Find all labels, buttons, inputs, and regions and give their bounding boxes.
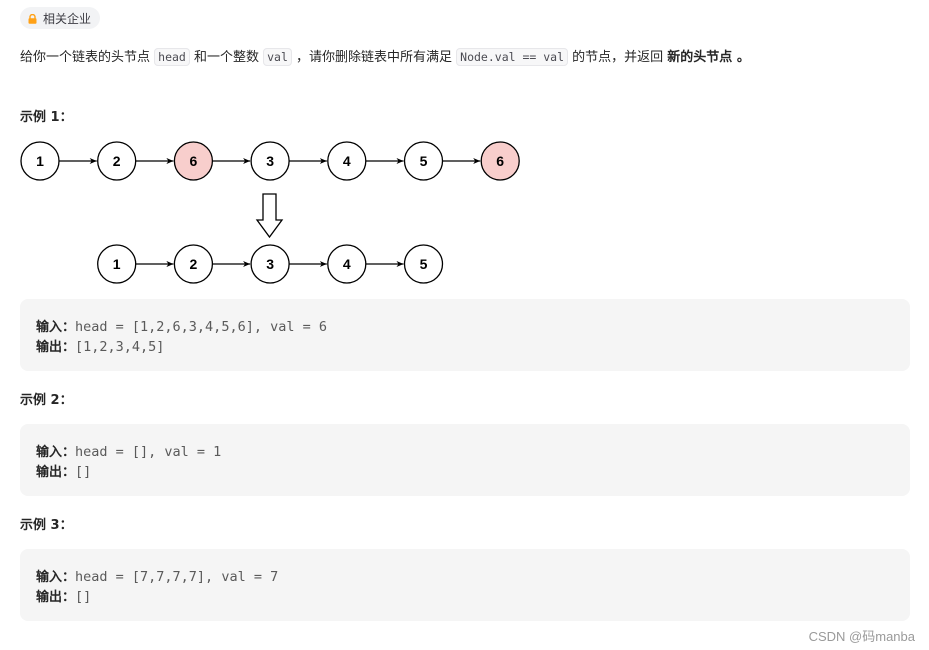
input-label: 输入： (36, 445, 76, 460)
input-value: head = [], val = 1 (75, 444, 222, 460)
output-label: 输出： (36, 590, 76, 605)
example-2-input: 输入：head = [], val = 1 (36, 441, 221, 460)
after-node-value: 1 (113, 256, 121, 272)
example-3-output: 输出：[] (36, 586, 91, 605)
desc-text: 。 (732, 50, 750, 65)
before-list: 1 2 6 3 4 5 6 (20, 141, 520, 181)
input-value: head = [7,7,7,7], val = 7 (75, 569, 279, 585)
related-companies-tag[interactable]: 相关企业 (20, 7, 101, 29)
example-2-output: 输出：[] (36, 461, 91, 480)
after-node-value: 5 (420, 256, 428, 272)
before-node-value: 4 (343, 153, 351, 169)
example-2-box: 输入：head = [], val = 1 输出：[] (20, 424, 910, 496)
desc-text: 的节点，并返回 (568, 50, 668, 65)
example-3-box: 输入：head = [7,7,7,7], val = 7 输出：[] (20, 549, 910, 621)
desc-bold: 新的头节点 (667, 50, 733, 65)
problem-description: 给你一个链表的头节点 head 和一个整数 val ，请你删除链表中所有满足 N… (20, 46, 750, 69)
output-value: [] (75, 589, 92, 605)
before-node-value: 6 (190, 153, 198, 169)
tag-label: 相关企业 (43, 11, 92, 26)
example-1-input: 输入：head = [1,2,6,3,4,5,6], val = 6 (36, 316, 327, 335)
desc-text: ，请你删除链表中所有满足 (291, 50, 457, 65)
input-label: 输入： (36, 570, 76, 585)
example-2-title: 示例 2： (20, 393, 73, 408)
before-node-value: 3 (266, 153, 274, 169)
code-val: val (263, 48, 292, 66)
input-label: 输入： (36, 320, 76, 335)
linked-list-diagram: 1 2 6 3 4 5 6 1 2 3 4 5 (20, 141, 520, 284)
before-node-value: 5 (420, 153, 428, 169)
example-3-title: 示例 3： (20, 518, 73, 533)
before-node-value: 1 (36, 153, 44, 169)
code-condition: Node.val == val (456, 48, 569, 66)
output-value: [] (75, 464, 92, 480)
down-arrow-icon (255, 193, 284, 239)
example-1-title: 示例 1： (20, 110, 73, 125)
code-head: head (154, 48, 190, 66)
desc-text: 和一个整数 (189, 50, 264, 65)
output-value: [1,2,3,4,5] (75, 339, 165, 355)
example-1-output: 输出：[1,2,3,4,5] (36, 336, 164, 355)
before-node-value: 6 (496, 153, 504, 169)
lock-icon (28, 13, 37, 24)
desc-text: 给你一个链表的头节点 (20, 50, 155, 65)
after-list: 1 2 3 4 5 (97, 244, 444, 284)
after-node-value: 2 (190, 256, 198, 272)
example-1-box: 输入：head = [1,2,6,3,4,5,6], val = 6 输出：[1… (20, 299, 910, 371)
output-label: 输出： (36, 340, 76, 355)
before-node-value: 2 (113, 153, 121, 169)
output-label: 输出： (36, 465, 76, 480)
after-node-value: 4 (343, 256, 351, 272)
after-node-value: 3 (266, 256, 274, 272)
example-3-input: 输入：head = [7,7,7,7], val = 7 (36, 566, 278, 585)
input-value: head = [1,2,6,3,4,5,6], val = 6 (75, 319, 327, 335)
watermark: CSDN @码manba (808, 629, 915, 644)
